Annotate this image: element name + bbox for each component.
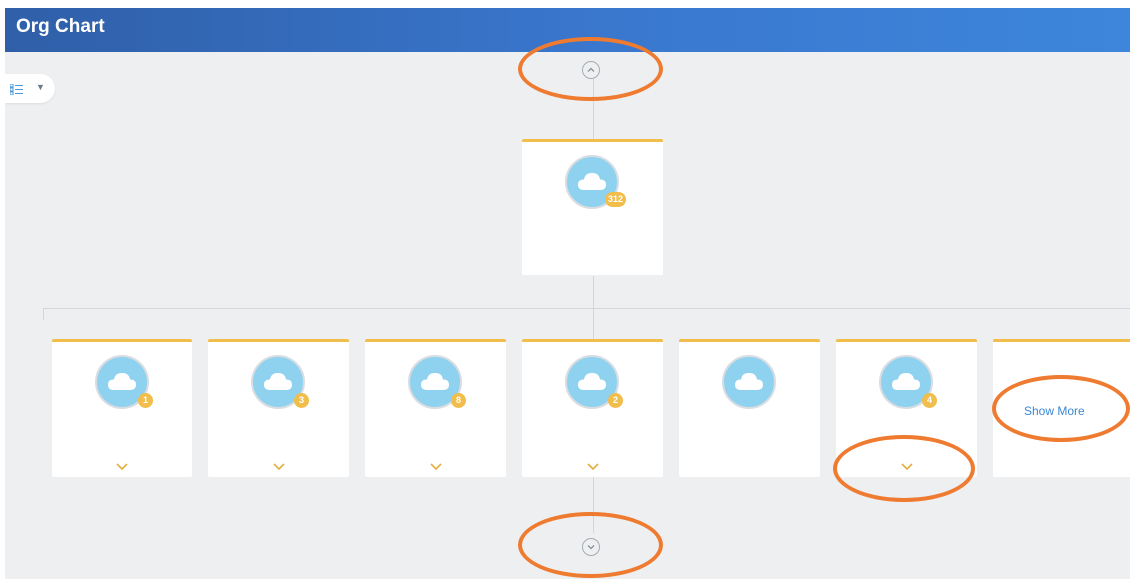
expand-chevron-icon[interactable] (115, 462, 129, 471)
connector-line (593, 477, 594, 533)
cloud-icon (578, 373, 606, 390)
expand-chevron-icon[interactable] (586, 462, 600, 471)
report-count-badge: 312 (605, 192, 627, 207)
employee-card-6[interactable]: 4 (836, 339, 977, 477)
employee-card-1[interactable]: 1 (52, 339, 192, 477)
expand-chevron-icon[interactable] (272, 462, 286, 471)
show-more-link[interactable]: Show More (1024, 404, 1085, 418)
chevron-down-icon (587, 545, 595, 550)
navigate-up-button[interactable] (582, 61, 600, 79)
top-manager-card[interactable]: 312 (522, 139, 663, 275)
connector-line (593, 79, 594, 139)
expand-chevron-icon[interactable] (900, 462, 914, 471)
cloud-icon (735, 373, 763, 390)
cloud-icon (578, 173, 606, 190)
page-title: Org Chart (16, 16, 105, 37)
page-header: Org Chart (5, 8, 1130, 52)
cloud-icon (264, 373, 292, 390)
cloud-icon (421, 373, 449, 390)
report-count-badge: 1 (138, 393, 153, 408)
employee-card-3[interactable]: 8 (365, 339, 506, 477)
cloud-icon (892, 373, 920, 390)
employee-card-2[interactable]: 3 (208, 339, 349, 477)
chevron-up-icon (587, 67, 595, 72)
avatar (722, 355, 776, 409)
report-count-badge: 2 (608, 393, 623, 408)
cloud-icon (108, 373, 136, 390)
expand-chevron-icon[interactable] (429, 462, 443, 471)
report-count-badge: 3 (294, 393, 309, 408)
report-count-badge: 4 (922, 393, 937, 408)
navigate-down-button[interactable] (582, 538, 600, 556)
employee-card-4[interactable]: 2 (522, 339, 663, 477)
employee-card-5[interactable] (679, 339, 820, 477)
connector-line (43, 308, 1130, 309)
report-count-badge: 8 (451, 393, 466, 408)
view-toggle-button[interactable]: ▼ (5, 74, 55, 103)
list-icon (9, 82, 23, 100)
caret-down-icon: ▼ (36, 82, 45, 92)
connector-line (43, 308, 44, 320)
org-chart-window: Org Chart ▼ 312 1 3 8 2 4 Show More (5, 8, 1130, 579)
